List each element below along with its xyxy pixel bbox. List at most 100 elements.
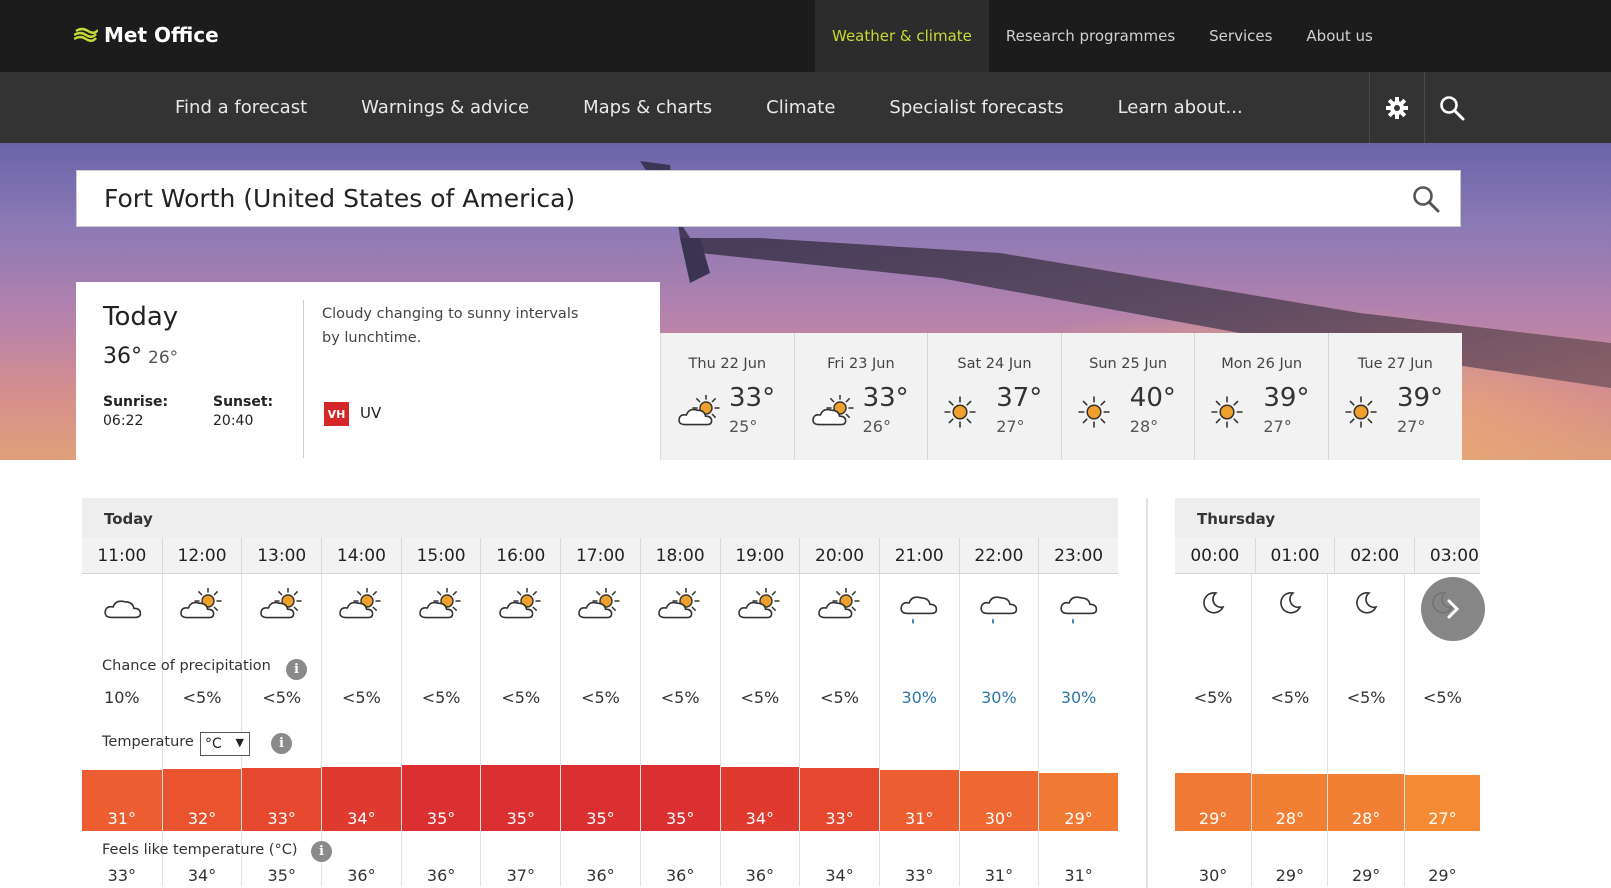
sunny-intervals-icon: [417, 587, 465, 626]
feels-like-value: 34°: [187, 866, 217, 885]
today-title: Today: [103, 302, 179, 332]
day-tab[interactable]: Sat 24 Jun 37° 27°: [927, 333, 1061, 460]
hour-time-label: 22:00: [958, 538, 1039, 574]
light-shower-icon: [896, 588, 942, 632]
today-temperatures: 36° 26°: [103, 344, 178, 369]
hour-time-label: 21:00: [878, 538, 959, 574]
temperature-value: 28°: [1351, 809, 1381, 828]
clear-night-icon: [1198, 588, 1228, 622]
temperature-unit-value: °C: [205, 736, 222, 752]
today-hour-columns: 10% 31° 33° <5% 32° 34° <5% 33° 35° <5% 34° 36° <5% 3…: [82, 574, 1118, 886]
precipitation-chance: <5%: [182, 688, 222, 707]
day-high-temp: 39°: [1396, 383, 1444, 413]
temperature-bar: 35°: [401, 765, 481, 831]
temperature-value: 28°: [1275, 809, 1305, 828]
precipitation-chance: <5%: [262, 688, 302, 707]
feels-like-value: 30°: [1198, 866, 1228, 885]
main-navigation: Find a forecast Warnings & advice Maps & c…: [0, 72, 1611, 143]
day-tab[interactable]: Fri 23 Jun 33° 26°: [793, 333, 928, 460]
logo-text: Met Office: [104, 23, 219, 47]
sunny-intervals-icon: [736, 587, 784, 626]
temperature-value: 27°: [1428, 809, 1457, 828]
feels-like-value: 36°: [665, 866, 695, 885]
precipitation-chance: <5%: [581, 688, 620, 707]
day-tab-label: Fri 23 Jun: [827, 356, 895, 372]
temperature-bar: 35°: [561, 765, 640, 831]
nav-item-climate[interactable]: Climate: [739, 72, 862, 143]
top-navigation: Met Office Weather & climate Research pro…: [0, 0, 1611, 72]
temperature-value: 30°: [984, 809, 1014, 828]
day-tab[interactable]: Sun 25 Jun 40° 28°: [1060, 333, 1195, 460]
sunny-icon: [1210, 395, 1244, 433]
top-link-weather-climate[interactable]: Weather & climate: [815, 0, 989, 72]
temperature-value: 31°: [905, 809, 934, 828]
precipitation-chance: 30%: [1060, 688, 1097, 707]
temperature-value: 29°: [1198, 809, 1228, 828]
location-search-button[interactable]: [1412, 185, 1440, 217]
day-tab[interactable]: Tue 27 Jun 39° 27°: [1327, 333, 1462, 460]
thursday-time-row: 00:00 01:00 02:00 03:00: [1175, 538, 1480, 574]
feels-like-info-icon[interactable]: i: [311, 841, 332, 862]
temperature-bar: 34°: [720, 766, 800, 831]
settings-button[interactable]: [1369, 72, 1424, 143]
precipitation-chance: 10%: [104, 688, 140, 707]
location-search-value: Fort Worth (United States of America): [104, 184, 576, 213]
feels-like-value: 31°: [1064, 866, 1093, 885]
day-low-temp: 27°: [1396, 417, 1426, 436]
hour-column: 30% 29° 31°: [1038, 574, 1118, 886]
temperature-info-icon[interactable]: i: [271, 733, 292, 754]
nav-item-maps-charts[interactable]: Maps & charts: [556, 72, 739, 143]
day-tab[interactable]: Mon 26 Jun 39° 27°: [1194, 333, 1328, 460]
day-separator: [1146, 498, 1148, 888]
temperature-value: 33°: [825, 809, 854, 828]
temperature-bar: 30°: [959, 771, 1039, 831]
nav-item-learn-about[interactable]: Learn about...: [1091, 72, 1270, 143]
temperature-label: Temperature: [102, 734, 194, 750]
top-link-about-us[interactable]: About us: [1289, 0, 1389, 72]
divider: [303, 300, 304, 458]
thursday-hourly-table: Thursday 00:00 01:00 02:00 03:00 <5% 29° 30° <…: [1175, 498, 1481, 886]
nav-search-button[interactable]: [1424, 72, 1479, 143]
hour-time-label: 20:00: [799, 538, 879, 574]
hour-time-label: 15:00: [400, 538, 481, 574]
hour-column: <5% 34° 36°: [321, 574, 401, 886]
main-links: Find a forecast Warnings & advice Maps & c…: [148, 72, 1270, 143]
sunset-label: Sunset:: [213, 394, 274, 410]
temperature-bar: 33°: [242, 767, 322, 831]
temperature-unit-select[interactable]: °C ▼: [200, 732, 250, 756]
today-hourly-header: Today: [82, 498, 1118, 538]
top-link-research-programmes[interactable]: Research programmes: [989, 0, 1192, 72]
today-high: 36°: [103, 344, 142, 369]
day-tab-label: Sat 24 Jun: [957, 356, 1032, 372]
location-search-input[interactable]: Fort Worth (United States of America): [76, 170, 1461, 227]
feels-like-value: 33°: [107, 866, 137, 885]
day-low-temp: 25°: [729, 417, 758, 436]
temperature-bar: 33°: [800, 767, 879, 831]
top-link-services[interactable]: Services: [1192, 0, 1289, 72]
hour-time-label: 00:00: [1190, 546, 1240, 566]
logo-icon: [74, 27, 98, 42]
sunrise-time: 06:22: [103, 413, 144, 429]
nav-item-find-a-forecast[interactable]: Find a forecast: [148, 72, 334, 143]
feels-like-value: 29°: [1275, 866, 1305, 885]
met-office-logo[interactable]: Met Office: [74, 20, 219, 50]
today-hourly-table: Today 11:00 12:00 13:00 14:00 15:00 16:00 17:0…: [82, 498, 1118, 886]
sunny-intervals-icon: [258, 587, 306, 626]
hour-column: <5% 33° 34°: [799, 574, 879, 886]
hour-time-label: 18:00: [639, 538, 720, 574]
precipitation-chance: <5%: [740, 688, 780, 707]
precipitation-chance: <5%: [1270, 688, 1310, 707]
temperature-bar: 35°: [640, 765, 720, 831]
scroll-right-button[interactable]: [1421, 577, 1485, 641]
uv-badge[interactable]: VH: [324, 402, 349, 426]
sunny-intervals-icon: [656, 587, 704, 626]
precipitation-info-icon[interactable]: i: [286, 659, 307, 680]
nav-item-specialist-forecasts[interactable]: Specialist forecasts: [862, 72, 1090, 143]
temperature-bar: 27°: [1404, 775, 1481, 831]
feels-like-value: 34°: [825, 866, 854, 885]
day-tab[interactable]: Thu 22 Jun 33° 25°: [660, 333, 794, 460]
nav-item-warnings-advice[interactable]: Warnings & advice: [334, 72, 556, 143]
clear-night-icon: [1275, 588, 1305, 622]
sunny-intervals-icon: [497, 587, 545, 626]
hour-time-label: 03:00: [1414, 538, 1494, 574]
